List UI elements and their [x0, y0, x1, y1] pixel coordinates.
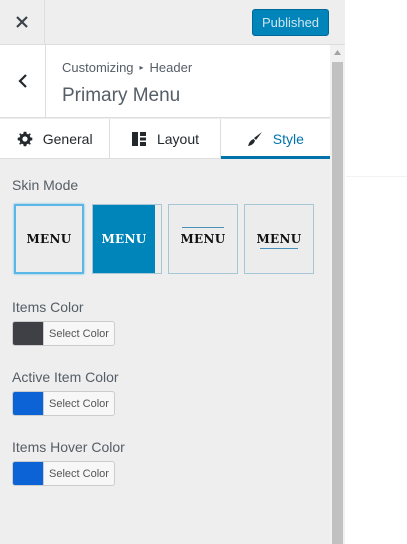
page-title: Primary Menu — [62, 85, 181, 106]
breadcrumb-root: Customizing — [62, 60, 134, 75]
skin-fill-block: MENU — [93, 205, 155, 273]
section-header: Customizing ▸ Header Primary Menu — [0, 45, 330, 118]
breadcrumb-arrow-icon: ▸ — [139, 63, 144, 72]
skin-option-text: MENU — [180, 232, 226, 246]
skin-mode-label: Skin Mode — [12, 177, 79, 193]
tab-general-label: General — [42, 130, 93, 147]
gear-icon — [17, 131, 33, 146]
site-preview — [346, 0, 407, 544]
breadcrumb: Customizing ▸ Header — [62, 60, 192, 75]
color-swatch — [13, 392, 44, 415]
caret-up-icon — [334, 50, 341, 55]
skin-overline-bar — [182, 227, 224, 228]
tab-general[interactable]: General — [0, 119, 111, 158]
skin-option-text: MENU — [101, 232, 147, 246]
color-swatch — [13, 462, 44, 485]
scrollbar[interactable] — [330, 45, 345, 544]
breadcrumb-section: Header — [149, 60, 193, 75]
customizer-sidebar: Published Customizing ▸ Header Primary M… — [0, 0, 345, 544]
close-button[interactable] — [0, 0, 45, 44]
items-hover-color-label: Items Hover Color — [12, 439, 125, 455]
close-icon — [16, 16, 28, 28]
chevron-left-icon — [17, 74, 27, 88]
scroll-up-arrow[interactable] — [330, 45, 345, 60]
brush-icon — [247, 131, 262, 146]
items-color-label: Items Color — [12, 299, 84, 315]
skin-option-overline[interactable]: MENU — [168, 204, 238, 274]
style-panel: Skin Mode MENU MENU MENU MENU Items Colo… — [0, 160, 330, 544]
tab-style[interactable]: Style — [220, 119, 331, 159]
skin-option-text: MENU — [26, 232, 72, 246]
select-color-label: Select Color — [49, 397, 109, 410]
tab-layout-label: Layout — [156, 130, 200, 147]
skin-option-underline[interactable]: MENU — [244, 204, 314, 274]
select-color-label: Select Color — [49, 467, 109, 480]
select-color-label: Select Color — [49, 327, 109, 340]
tab-bar: General Layout Style — [0, 119, 331, 159]
skin-option-plain[interactable]: MENU — [14, 204, 84, 274]
tab-style-label: Style — [272, 130, 304, 147]
skin-underline-bar — [260, 248, 298, 249]
layout-icon — [131, 131, 146, 146]
skin-option-text: MENU — [256, 232, 302, 246]
color-swatch — [13, 322, 44, 345]
back-button[interactable] — [0, 45, 46, 117]
publish-button[interactable]: Published — [252, 9, 329, 36]
active-item-color-picker[interactable]: Select Color — [12, 391, 115, 416]
preview-divider — [346, 176, 407, 177]
top-bar: Published — [0, 0, 345, 45]
tab-layout[interactable]: Layout — [110, 119, 221, 158]
skin-option-filled[interactable]: MENU — [92, 204, 162, 274]
scroll-thumb[interactable] — [332, 62, 343, 544]
items-hover-color-picker[interactable]: Select Color — [12, 461, 115, 486]
active-item-color-label: Active Item Color — [12, 369, 119, 385]
items-color-picker[interactable]: Select Color — [12, 321, 115, 346]
